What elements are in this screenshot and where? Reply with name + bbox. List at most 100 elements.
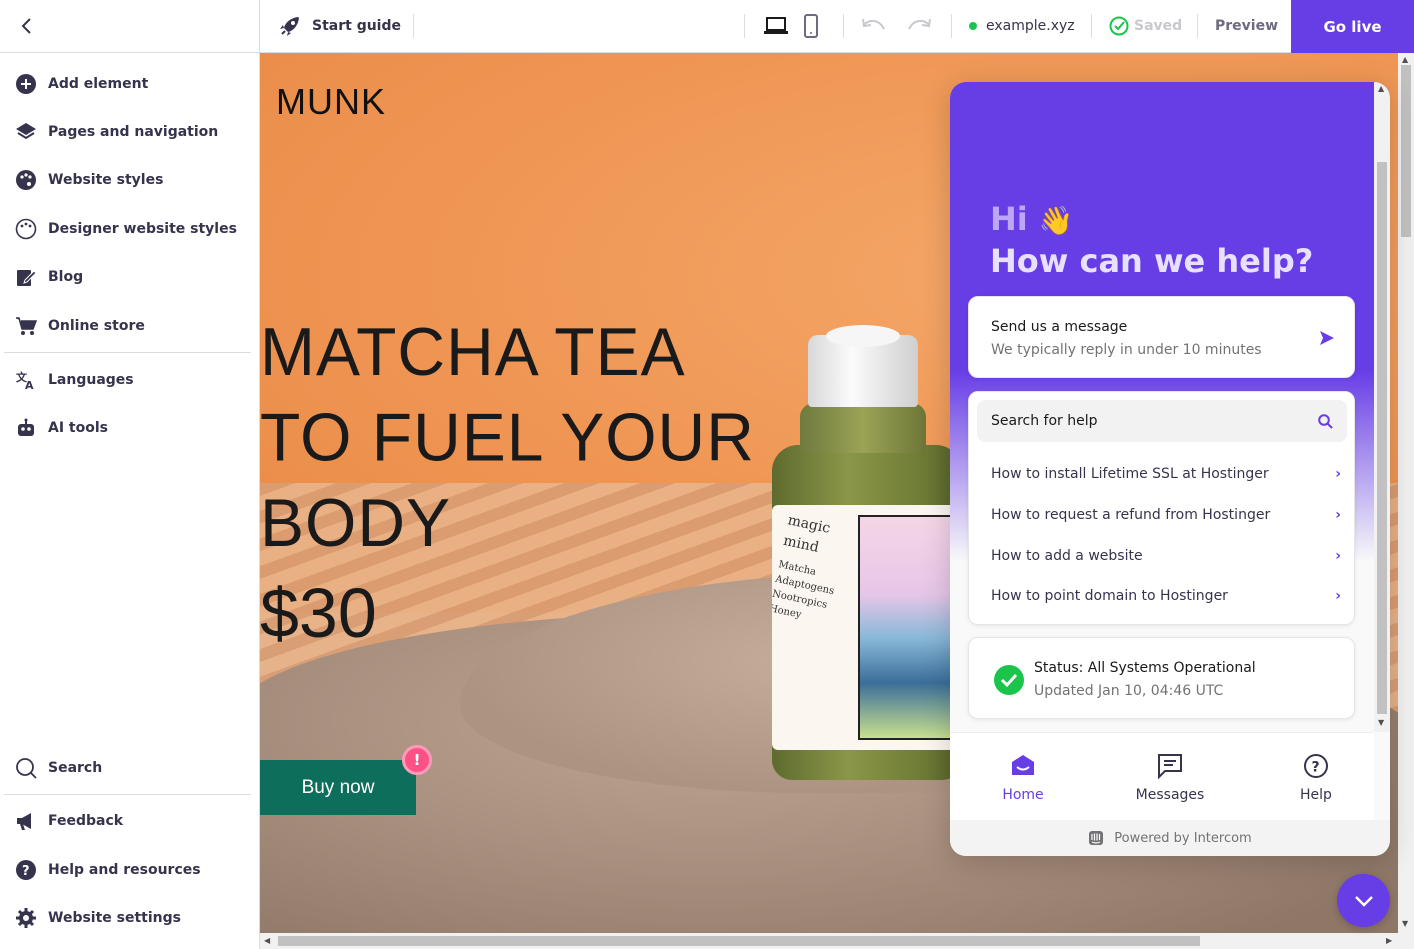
- powered-by-footer[interactable]: Powered by Intercom: [950, 820, 1390, 856]
- chevron-left-icon: [21, 18, 31, 34]
- send-message-title: Send us a message: [991, 319, 1128, 335]
- jar-artwork: [858, 515, 962, 740]
- toolbar-divider: [1197, 14, 1198, 38]
- redo-icon: [908, 18, 931, 30]
- back-button[interactable]: [0, 0, 260, 53]
- sidebar-item-label: Languages: [48, 372, 134, 388]
- toolbar-divider: [951, 14, 952, 38]
- sidebar-item-pages[interactable]: Pages and navigation: [0, 112, 256, 152]
- sidebar-item-ai-tools[interactable]: AI tools: [0, 408, 256, 448]
- sidebar-item-search[interactable]: Search: [0, 748, 256, 788]
- product-jar-image[interactable]: magic mind Matcha Adaptogens Nootropics …: [772, 325, 962, 780]
- help-circle-icon: ?: [1304, 754, 1328, 778]
- messenger-headline: How can we help?: [990, 242, 1314, 280]
- hero-line: MATCHA TEA: [260, 313, 686, 390]
- sidebar-item-label: Online store: [48, 318, 145, 334]
- scroll-down-arrow[interactable]: ▼: [1402, 919, 1408, 928]
- search-placeholder: Search for help: [991, 413, 1098, 429]
- help-article-title: How to point domain to Hostinger: [991, 588, 1228, 604]
- scroll-up-arrow[interactable]: ▲: [1378, 84, 1384, 93]
- sidebar-item-designer-styles[interactable]: Designer website styles: [0, 209, 256, 249]
- sidebar-divider: [4, 352, 251, 353]
- nav-messages[interactable]: Messages: [1115, 751, 1225, 803]
- scroll-down-arrow[interactable]: ▼: [1378, 718, 1384, 727]
- sidebar-item-label: Website styles: [48, 172, 164, 188]
- scrollbar-thumb[interactable]: [278, 936, 1200, 946]
- buy-now-button[interactable]: Buy now: [260, 760, 416, 815]
- send-message-card[interactable]: Send us a message We typically reply in …: [968, 296, 1355, 378]
- scrollbar-thumb[interactable]: [1401, 65, 1411, 237]
- messenger-launcher-button[interactable]: [1337, 874, 1390, 927]
- domain-link[interactable]: example.xyz: [969, 0, 1075, 52]
- translate-icon: 文A: [14, 368, 38, 392]
- help-search-input[interactable]: Search for help: [977, 400, 1347, 442]
- plus-circle-icon: [14, 72, 38, 96]
- go-live-button[interactable]: Go live: [1291, 0, 1414, 53]
- sidebar-item-website-styles[interactable]: Website styles: [0, 160, 256, 200]
- help-article-link[interactable]: How to request a refund from Hostinger ›: [991, 503, 1341, 527]
- sidebar-item-help[interactable]: ? Help and resources: [0, 850, 256, 890]
- hero-line: BODY: [260, 484, 452, 561]
- system-status-card[interactable]: Status: All Systems Operational Updated …: [968, 637, 1355, 719]
- send-message-subtitle: We typically reply in under 10 minutes: [991, 342, 1262, 358]
- gear-icon: [14, 906, 38, 930]
- rocket-icon: [280, 17, 299, 36]
- sidebar-item-label: Website settings: [48, 910, 181, 926]
- editor-topbar: Start guide example.xyz Saved Preview Go…: [260, 0, 1414, 53]
- palette-icon: [14, 168, 38, 192]
- sidebar-item-languages[interactable]: 文A Languages: [0, 360, 256, 400]
- saved-status: Saved: [1109, 0, 1182, 52]
- domain-label: example.xyz: [986, 18, 1075, 34]
- megaphone-icon: [14, 809, 38, 833]
- redo-button[interactable]: [906, 0, 932, 52]
- hero-heading[interactable]: MATCHA TEA TO FUEL YOUR BODY: [260, 308, 780, 565]
- mobile-view-button[interactable]: [803, 0, 819, 52]
- scrollbar-thumb[interactable]: [1377, 162, 1387, 714]
- scroll-up-arrow[interactable]: ▲: [1402, 55, 1408, 64]
- sidebar-item-label: Pages and navigation: [48, 124, 219, 140]
- jar-label: magic mind Matcha Adaptogens Nootropics …: [772, 505, 962, 750]
- layers-icon: [14, 120, 38, 144]
- sidebar-item-feedback[interactable]: Feedback: [0, 801, 256, 841]
- status-title: Status: All Systems Operational: [1034, 660, 1256, 676]
- sidebar-item-blog[interactable]: Blog: [0, 257, 256, 297]
- help-article-link[interactable]: How to install Lifetime SSL at Hostinger…: [991, 462, 1341, 486]
- laptop-icon: [764, 17, 788, 34]
- wave-icon: 👋: [1038, 204, 1074, 237]
- site-logo[interactable]: MUNK: [276, 81, 386, 123]
- home-icon: [1012, 755, 1034, 775]
- sidebar-item-label: AI tools: [48, 420, 108, 436]
- messenger-scrollbar[interactable]: ▲ ▼: [1374, 82, 1390, 732]
- preview-button[interactable]: Preview: [1215, 0, 1278, 52]
- start-guide-label: Start guide: [312, 18, 401, 34]
- edit-icon: [14, 265, 38, 289]
- preview-label: Preview: [1215, 18, 1279, 34]
- nav-help[interactable]: ? Help: [1261, 751, 1371, 803]
- scroll-right-arrow[interactable]: ▶: [1386, 936, 1392, 945]
- sidebar-item-label: Search: [48, 760, 103, 776]
- sidebar-item-settings[interactable]: Website settings: [0, 898, 256, 938]
- jar-cap: [808, 325, 918, 407]
- alert-badge[interactable]: !: [402, 745, 432, 775]
- online-status-dot: [969, 22, 977, 30]
- toolbar-divider: [744, 14, 745, 38]
- sidebar-item-label: Blog: [48, 269, 84, 285]
- toolbar-divider: [1091, 14, 1092, 38]
- sidebar-item-label: Add element: [48, 76, 149, 92]
- desktop-view-button[interactable]: [763, 0, 789, 52]
- scroll-left-arrow[interactable]: ◀: [264, 936, 270, 945]
- saved-label: Saved: [1134, 18, 1183, 34]
- svg-text:?: ?: [1312, 760, 1320, 776]
- sidebar-item-add-element[interactable]: Add element: [0, 64, 256, 104]
- product-price[interactable]: $30: [260, 573, 377, 653]
- undo-button[interactable]: [861, 0, 887, 52]
- help-article-link[interactable]: How to add a website ›: [991, 544, 1341, 568]
- intercom-logo-icon: [1089, 831, 1104, 845]
- nav-home[interactable]: Home: [968, 751, 1078, 803]
- help-article-link[interactable]: How to point domain to Hostinger ›: [991, 584, 1341, 608]
- messenger-nav: Home Messages ? Help: [950, 732, 1374, 820]
- start-guide-button[interactable]: Start guide: [278, 0, 401, 52]
- sidebar-item-online-store[interactable]: Online store: [0, 306, 256, 346]
- vertical-scrollbar[interactable]: ▲ ▼: [1398, 53, 1414, 933]
- horizontal-scrollbar[interactable]: ◀ ▶: [260, 933, 1414, 949]
